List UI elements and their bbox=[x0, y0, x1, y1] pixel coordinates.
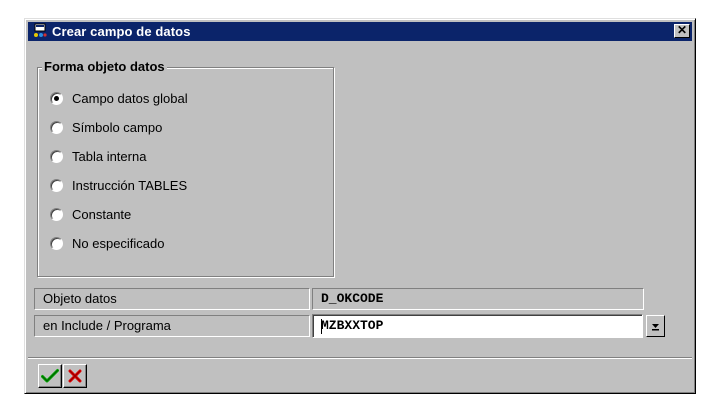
radio-label: No especificado bbox=[72, 236, 165, 251]
radio-button-selected[interactable] bbox=[50, 92, 63, 105]
radio-label: Constante bbox=[72, 207, 132, 222]
radio-label: Instrucción TABLES bbox=[72, 178, 188, 193]
radio-button[interactable] bbox=[50, 237, 63, 250]
title-bar[interactable]: Crear campo de datos ✕ bbox=[28, 22, 692, 41]
cancel-x-icon bbox=[68, 369, 82, 383]
radio-button[interactable] bbox=[50, 208, 63, 221]
cancel-button[interactable] bbox=[63, 364, 87, 388]
button-bar-separator bbox=[28, 357, 692, 359]
radio-button[interactable] bbox=[50, 150, 63, 163]
radio-label: Tabla interna bbox=[72, 149, 147, 164]
radio-label: Símbolo campo bbox=[72, 120, 163, 135]
include-programa-input[interactable]: MZBXXTOP bbox=[312, 314, 643, 338]
sap-window-icon bbox=[32, 23, 48, 39]
confirm-button[interactable] bbox=[38, 364, 62, 388]
radio-label: Campo datos global bbox=[72, 91, 188, 106]
radio-button[interactable] bbox=[50, 121, 63, 134]
create-data-field-dialog: Crear campo de datos ✕ Forma objeto dato… bbox=[24, 18, 696, 394]
text-caret bbox=[321, 319, 322, 334]
include-programa-value: MZBXXTOP bbox=[321, 318, 384, 333]
include-programa-label: en Include / Programa bbox=[34, 315, 310, 337]
radio-button[interactable] bbox=[50, 179, 63, 192]
group-legend: Forma objeto datos bbox=[42, 59, 167, 74]
objeto-datos-field: D_OKCODE bbox=[312, 288, 644, 310]
close-button[interactable]: ✕ bbox=[674, 24, 690, 38]
data-object-form-group: Forma objeto datos Campo datos global Sí… bbox=[37, 59, 334, 277]
objeto-datos-label: Objeto datos bbox=[34, 288, 310, 310]
dropdown-arrow-icon bbox=[652, 324, 659, 331]
possible-entries-button[interactable] bbox=[646, 315, 665, 337]
close-icon: ✕ bbox=[676, 23, 688, 37]
checkmark-icon bbox=[41, 369, 59, 383]
dialog-title: Crear campo de datos bbox=[52, 24, 191, 39]
